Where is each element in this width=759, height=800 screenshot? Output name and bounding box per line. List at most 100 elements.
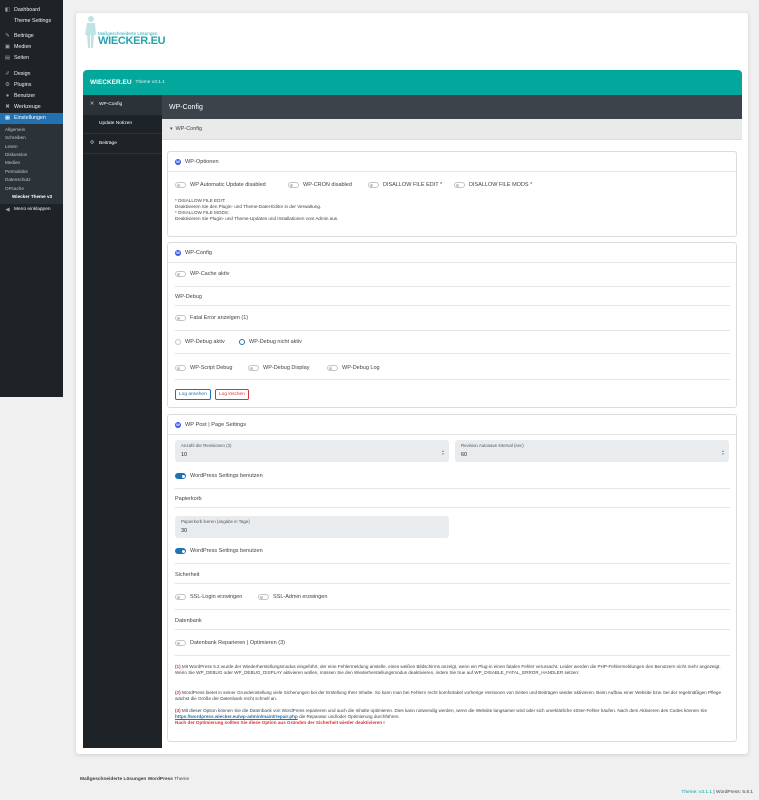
submenu-item[interactable]: Permalinks (0, 168, 63, 176)
toggle-label: Datenbank Reparieren | Optimieren (3) (190, 640, 285, 646)
person-logo-icon (85, 16, 96, 48)
delete-log-button[interactable]: Log löschen (215, 389, 249, 400)
breadcrumb[interactable]: ▾ WP-Config (162, 119, 742, 140)
toggle-auto-update[interactable]: WP Automatic Update disabled (175, 182, 266, 188)
toggle-label: DISALLOW FILE MODS * (469, 182, 533, 188)
admin-menu-item-einstellungen[interactable]: ▦ Einstellungen (0, 112, 63, 124)
panel-header: W WP-Optionen (168, 152, 736, 172)
toggle-switch-on[interactable] (175, 473, 186, 479)
admin-menu-item-theme-settings[interactable]: Theme Settings (0, 15, 63, 26)
admin-menu-label: Seiten (14, 55, 30, 62)
plugin-icon: ⚙ (5, 81, 10, 88)
divider (175, 629, 730, 630)
toggle-wp-settings-2[interactable]: WordPress Settings benutzen (175, 548, 263, 554)
toggle-ssl-login[interactable]: SSL-Login erzwingen (175, 594, 242, 600)
toggle-switch[interactable] (175, 182, 186, 188)
submenu-item[interactable]: Lesen (0, 143, 63, 151)
toggle-switch[interactable] (175, 640, 186, 646)
toggle-switch[interactable] (175, 315, 186, 321)
admin-menu-item-werkzeuge[interactable]: ✖ Werkzeuge (0, 102, 63, 113)
toggle-disallow-file-edit[interactable]: DISALLOW FILE EDIT * (368, 182, 442, 188)
toggle-switch[interactable] (175, 594, 186, 600)
admin-menu-item-design[interactable]: ✐ Design (0, 68, 63, 79)
submenu-item-current[interactable]: Wiecker Theme v3 (0, 193, 63, 201)
submenu-item[interactable]: OPcache (0, 185, 63, 193)
toggle-wp-cache[interactable]: WP-Cache aktiv (175, 271, 229, 277)
sidenav-label: Beiträge (99, 140, 117, 146)
toggle-switch[interactable] (368, 182, 379, 188)
toggle-ssl-admin[interactable]: SSL-Admin erzwingen (258, 594, 327, 600)
toggle-switch-on[interactable] (175, 548, 186, 554)
toggle-label: WordPress Settings benutzen (190, 473, 263, 479)
toggle-switch[interactable] (175, 271, 186, 277)
toggle-switch[interactable] (288, 182, 299, 188)
repair-link[interactable]: https://wordpress.wiecker.eu/wp-admin/ma… (175, 714, 298, 719)
toggle-switch[interactable] (454, 182, 465, 188)
toggle-label: Fatal Error anzeigen (1) (190, 315, 249, 321)
submenu-item[interactable]: Diskussion (0, 151, 63, 159)
divider (175, 488, 730, 489)
section-database: Datenbank (175, 618, 202, 624)
toggle-switch[interactable] (327, 365, 338, 371)
divider (175, 563, 730, 564)
theme-sidenav: ✕ WP-Config Update Notizen ✣ Beiträge (83, 95, 162, 748)
trash-days-input[interactable]: Papierkorb leeren (angabe in Tage) 30 (175, 516, 449, 538)
section-wp-debug: WP-Debug (175, 294, 202, 300)
sidenav-item-update-notizen[interactable]: Update Notizen (83, 115, 162, 134)
view-log-button[interactable]: Log ansehen (175, 389, 211, 400)
footnote-2: (2) WordPress bietet in seiner Grundeins… (175, 690, 722, 701)
admin-menu-item-dashboard[interactable]: ◧ Dashboard (0, 4, 63, 15)
admin-menu-item-plugins[interactable]: ⚙ Plugins (0, 79, 63, 90)
submenu-item[interactable]: Datenschutz (0, 176, 63, 184)
toggle-debug-display[interactable]: WP-Debug Display (248, 365, 309, 371)
divider (175, 330, 730, 331)
admin-menu-label: Einstellungen (14, 115, 46, 122)
radio-button[interactable] (175, 339, 181, 345)
admin-menu-item-medien[interactable]: ▣ Medien (0, 42, 63, 53)
wp-admin-menu: ◧ Dashboard Theme Settings ✎ Beiträge ▣ Medien… (0, 0, 63, 397)
spinner-icon[interactable]: ▴ ▾ (722, 449, 724, 456)
collapse-menu-button[interactable]: ◀ Menü einklappen (0, 204, 63, 215)
radio-debug-active[interactable]: WP-Debug aktiv (175, 339, 225, 345)
admin-menu-label: Plugins (14, 81, 32, 88)
toggle-switch[interactable] (258, 594, 269, 600)
admin-menu-label: Werkzeuge (14, 104, 41, 111)
brush-icon: ✐ (5, 70, 10, 77)
wordpress-icon: W (175, 249, 181, 256)
toggle-fatal-error[interactable]: Fatal Error anzeigen (1) (175, 315, 248, 321)
collapse-icon: ◀ (5, 206, 10, 213)
toggle-switch[interactable] (175, 365, 186, 371)
toggle-debug-log[interactable]: WP-Debug Log (327, 365, 380, 371)
toggle-wp-settings[interactable]: WordPress Settings benutzen (175, 473, 263, 479)
revisions-input[interactable]: Anzahl der Revisionen (2) 10 ▴ ▾ (175, 440, 449, 462)
autosave-interval-input[interactable]: Revision Autosave Interval (sec) 60 ▴ ▾ (455, 440, 729, 462)
tools-icon: ✕ (89, 101, 95, 108)
settings-icon: ▦ (4, 115, 11, 122)
sidenav-item-beitr-ge[interactable]: ✣ Beiträge (83, 134, 162, 154)
radio-debug-inactive[interactable]: WP-Debug nicht aktiv (239, 339, 302, 345)
toggle-wp-cron[interactable]: WP-CRON disabled (288, 182, 352, 188)
toggle-db-repair[interactable]: Datenbank Reparieren | Optimieren (3) (175, 640, 285, 646)
toggle-switch[interactable] (248, 365, 259, 371)
divider (175, 609, 730, 610)
toggle-disallow-file-mods[interactable]: DISALLOW FILE MODS * (454, 182, 532, 188)
divider (175, 379, 730, 380)
radio-button-selected[interactable] (239, 339, 245, 345)
panel-header: W WP-Config (168, 243, 736, 263)
submenu-item[interactable]: Allgemein (0, 126, 63, 134)
wordpress-icon: W (175, 158, 181, 165)
sidenav-item-wp-config[interactable]: ✕ WP-Config (83, 95, 162, 115)
wrench-icon: ✖ (5, 104, 10, 111)
submenu-item[interactable]: Schreiben (0, 134, 63, 142)
footer-wp-version: WordPress: 6.8.1 (716, 790, 753, 795)
field-value: 10 (181, 452, 188, 458)
admin-menu-item-beitr-ge[interactable]: ✎ Beiträge (0, 30, 63, 41)
admin-menu-item-benutzer[interactable]: ● Benutzer (0, 90, 63, 101)
spinner-icon[interactable]: ▴ ▾ (442, 449, 444, 456)
radio-label: WP-Debug aktiv (185, 339, 225, 345)
admin-menu-item-seiten[interactable]: ▤ Seiten (0, 53, 63, 64)
divider (175, 305, 730, 306)
submenu-item[interactable]: Medien (0, 159, 63, 167)
wp-config-panel: W WP-Config (167, 242, 737, 408)
toggle-script-debug[interactable]: WP-Script Debug (175, 365, 233, 371)
